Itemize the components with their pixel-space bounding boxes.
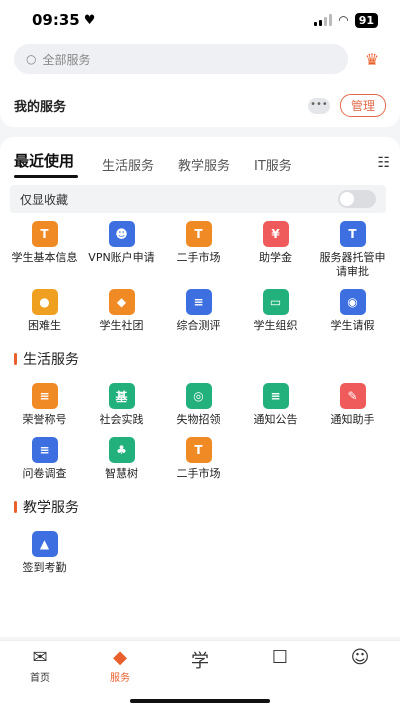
favorites-label: 仅显收藏 <box>20 192 69 207</box>
service-item[interactable]: ● 困难生 <box>6 289 83 333</box>
header: ○ 全部服务 ♛ 我的服务 ••• 管理 <box>0 40 400 127</box>
service-item[interactable]: 基社会实践 <box>83 383 160 427</box>
service-icon: T <box>185 221 212 247</box>
recent-grid: T 学生基本信息 ☻ VPN账户申请 T 二手市场 ¥ 助学金 T 服务器托管申请审批 ● 困难生 ◆ 学… <box>0 213 400 343</box>
service-label: 困难生 <box>28 319 61 332</box>
tabbar-label: 服务 <box>110 673 130 684</box>
tabbar-label: 首页 <box>30 673 50 684</box>
service-item[interactable]: ◎ 失物招领 <box>160 383 237 427</box>
tab-it[interactable]: IT服务 <box>254 155 292 174</box>
tabbar-icon: ☺ <box>350 647 370 668</box>
tab-life[interactable]: 生活服务 <box>102 155 154 174</box>
service-item[interactable]: ☻ VPN账户申请 <box>83 221 160 279</box>
status-indicators: ◠ 91 <box>314 12 378 28</box>
service-icon: ◉ <box>339 289 366 315</box>
tabbar-icon: ✉ <box>32 647 48 668</box>
service-item[interactable]: ¥ 助学金 <box>237 221 314 279</box>
service-item[interactable]: ≡ 通知公告 <box>237 383 314 427</box>
service-item[interactable]: ♣ 智慧树 <box>83 437 160 481</box>
service-icon: ☻ <box>108 221 135 247</box>
service-icon: ≡ <box>262 383 289 409</box>
service-label: 问卷调查 <box>22 467 67 480</box>
time-text: 09:35 <box>32 11 80 29</box>
service-label: 服务器托管申请审批 <box>319 251 386 278</box>
wifi-icon: ◠ <box>338 13 349 27</box>
service-label: 助学金 <box>259 251 292 264</box>
service-label: 综合测评 <box>176 319 221 332</box>
service-icon: ▭ <box>262 289 289 315</box>
service-item[interactable]: ≡ 问卷调查 <box>6 437 83 481</box>
service-label: 学生社团 <box>99 319 144 332</box>
life-grid: ≡ 荣誉称号 基社会实践 ◎ 失物招领 ≡ 通知公告 ✎ 通知助手 ≡ 问卷调查 ♣ 智慧树 T 二手市场 <box>0 375 400 491</box>
battery-indicator: 91 <box>354 12 378 28</box>
service-item[interactable]: ≡ 荣誉称号 <box>6 383 83 427</box>
services-panel: 最近使用 生活服务 教学服务 IT服务 ☷ 仅显收藏 T 学生基本信息 ☻ VPN账户… <box>0 137 400 637</box>
service-icon: ◆ <box>108 289 135 315</box>
service-label: 荣誉称号 <box>22 413 67 426</box>
service-item[interactable]: ✎ 通知助手 <box>314 383 391 427</box>
service-icon: ≡ <box>31 437 58 463</box>
service-label: 通知公告 <box>253 413 298 426</box>
service-label: 二手市场 <box>176 251 221 264</box>
service-label: VPN账户申请 <box>88 251 155 264</box>
service-label: 学生基本信息 <box>11 251 78 264</box>
search-icon: ○ <box>26 52 37 66</box>
service-icon: ✎ <box>339 383 366 409</box>
my-services-row: 我的服务 ••• 管理 <box>14 94 386 117</box>
heart-icon: ♥ <box>83 12 96 28</box>
service-label: 学生组织 <box>253 319 298 332</box>
service-item[interactable]: ◆ 学生社团 <box>83 289 160 333</box>
service-icon: ¥ <box>262 221 289 247</box>
service-item[interactable]: ▲ 签到考勤 <box>6 531 83 575</box>
signal-icon <box>314 14 333 26</box>
tabbar-icon: ☐ <box>271 647 289 668</box>
section-title-teaching: 教学服务 <box>0 491 400 523</box>
service-icon: 基 <box>108 383 135 409</box>
more-icon[interactable]: ••• <box>307 97 330 114</box>
my-services-title: 我的服务 <box>14 100 67 115</box>
service-icon: ♣ <box>108 437 135 463</box>
service-item[interactable]: T 二手市场 <box>160 437 237 481</box>
service-item[interactable]: ≡ 综合测评 <box>160 289 237 333</box>
service-icon: ◎ <box>185 383 212 409</box>
manage-button[interactable]: 管理 <box>339 94 386 117</box>
service-item[interactable]: T 学生基本信息 <box>6 221 83 279</box>
status-time: 09:35 ♥ <box>32 11 95 29</box>
service-icon: ≡ <box>185 289 212 315</box>
service-icon: ▲ <box>31 531 58 557</box>
service-label: 签到考勤 <box>22 561 67 574</box>
tab-recent[interactable]: 最近使用 <box>14 150 78 178</box>
service-label: 二手市场 <box>176 467 221 480</box>
service-icon: T <box>339 221 366 247</box>
trophy-icon[interactable]: ♛ <box>358 50 386 69</box>
service-label: 通知助手 <box>330 413 375 426</box>
service-label: 学生请假 <box>330 319 375 332</box>
service-label: 社会实践 <box>99 413 144 426</box>
section-title-life: 生活服务 <box>0 343 400 375</box>
tabbar-icon: ◆ <box>113 647 127 668</box>
tabbar-item[interactable]: ✉ 首页 <box>10 647 70 711</box>
grid-menu-icon[interactable]: ☷ <box>377 155 390 171</box>
tab-teaching[interactable]: 教学服务 <box>178 155 230 174</box>
service-icon: T <box>185 437 212 463</box>
teaching-grid: ▲ 签到考勤 <box>0 523 400 585</box>
service-item[interactable]: ◉ 学生请假 <box>314 289 391 333</box>
service-icon: T <box>31 221 58 247</box>
search-placeholder: 全部服务 <box>42 52 91 67</box>
tabbar-icon: 学 <box>191 651 209 672</box>
service-item[interactable]: T 二手市场 <box>160 221 237 279</box>
favorites-toggle[interactable] <box>338 190 376 208</box>
favorites-filter: 仅显收藏 <box>10 185 386 213</box>
service-icon: ≡ <box>31 383 58 409</box>
search-input[interactable]: ○ 全部服务 <box>14 44 348 74</box>
service-icon: ● <box>31 289 58 315</box>
service-label: 智慧树 <box>105 467 138 480</box>
status-bar: 09:35 ♥ ◠ 91 <box>0 0 400 40</box>
home-indicator <box>130 699 270 703</box>
category-tabs: 最近使用 生活服务 教学服务 IT服务 ☷ <box>0 149 400 179</box>
tabbar-item[interactable]: ☺ <box>330 647 390 711</box>
service-item[interactable]: ▭ 学生组织 <box>237 289 314 333</box>
service-item[interactable]: T 服务器托管申请审批 <box>314 221 391 279</box>
service-label: 失物招领 <box>176 413 221 426</box>
